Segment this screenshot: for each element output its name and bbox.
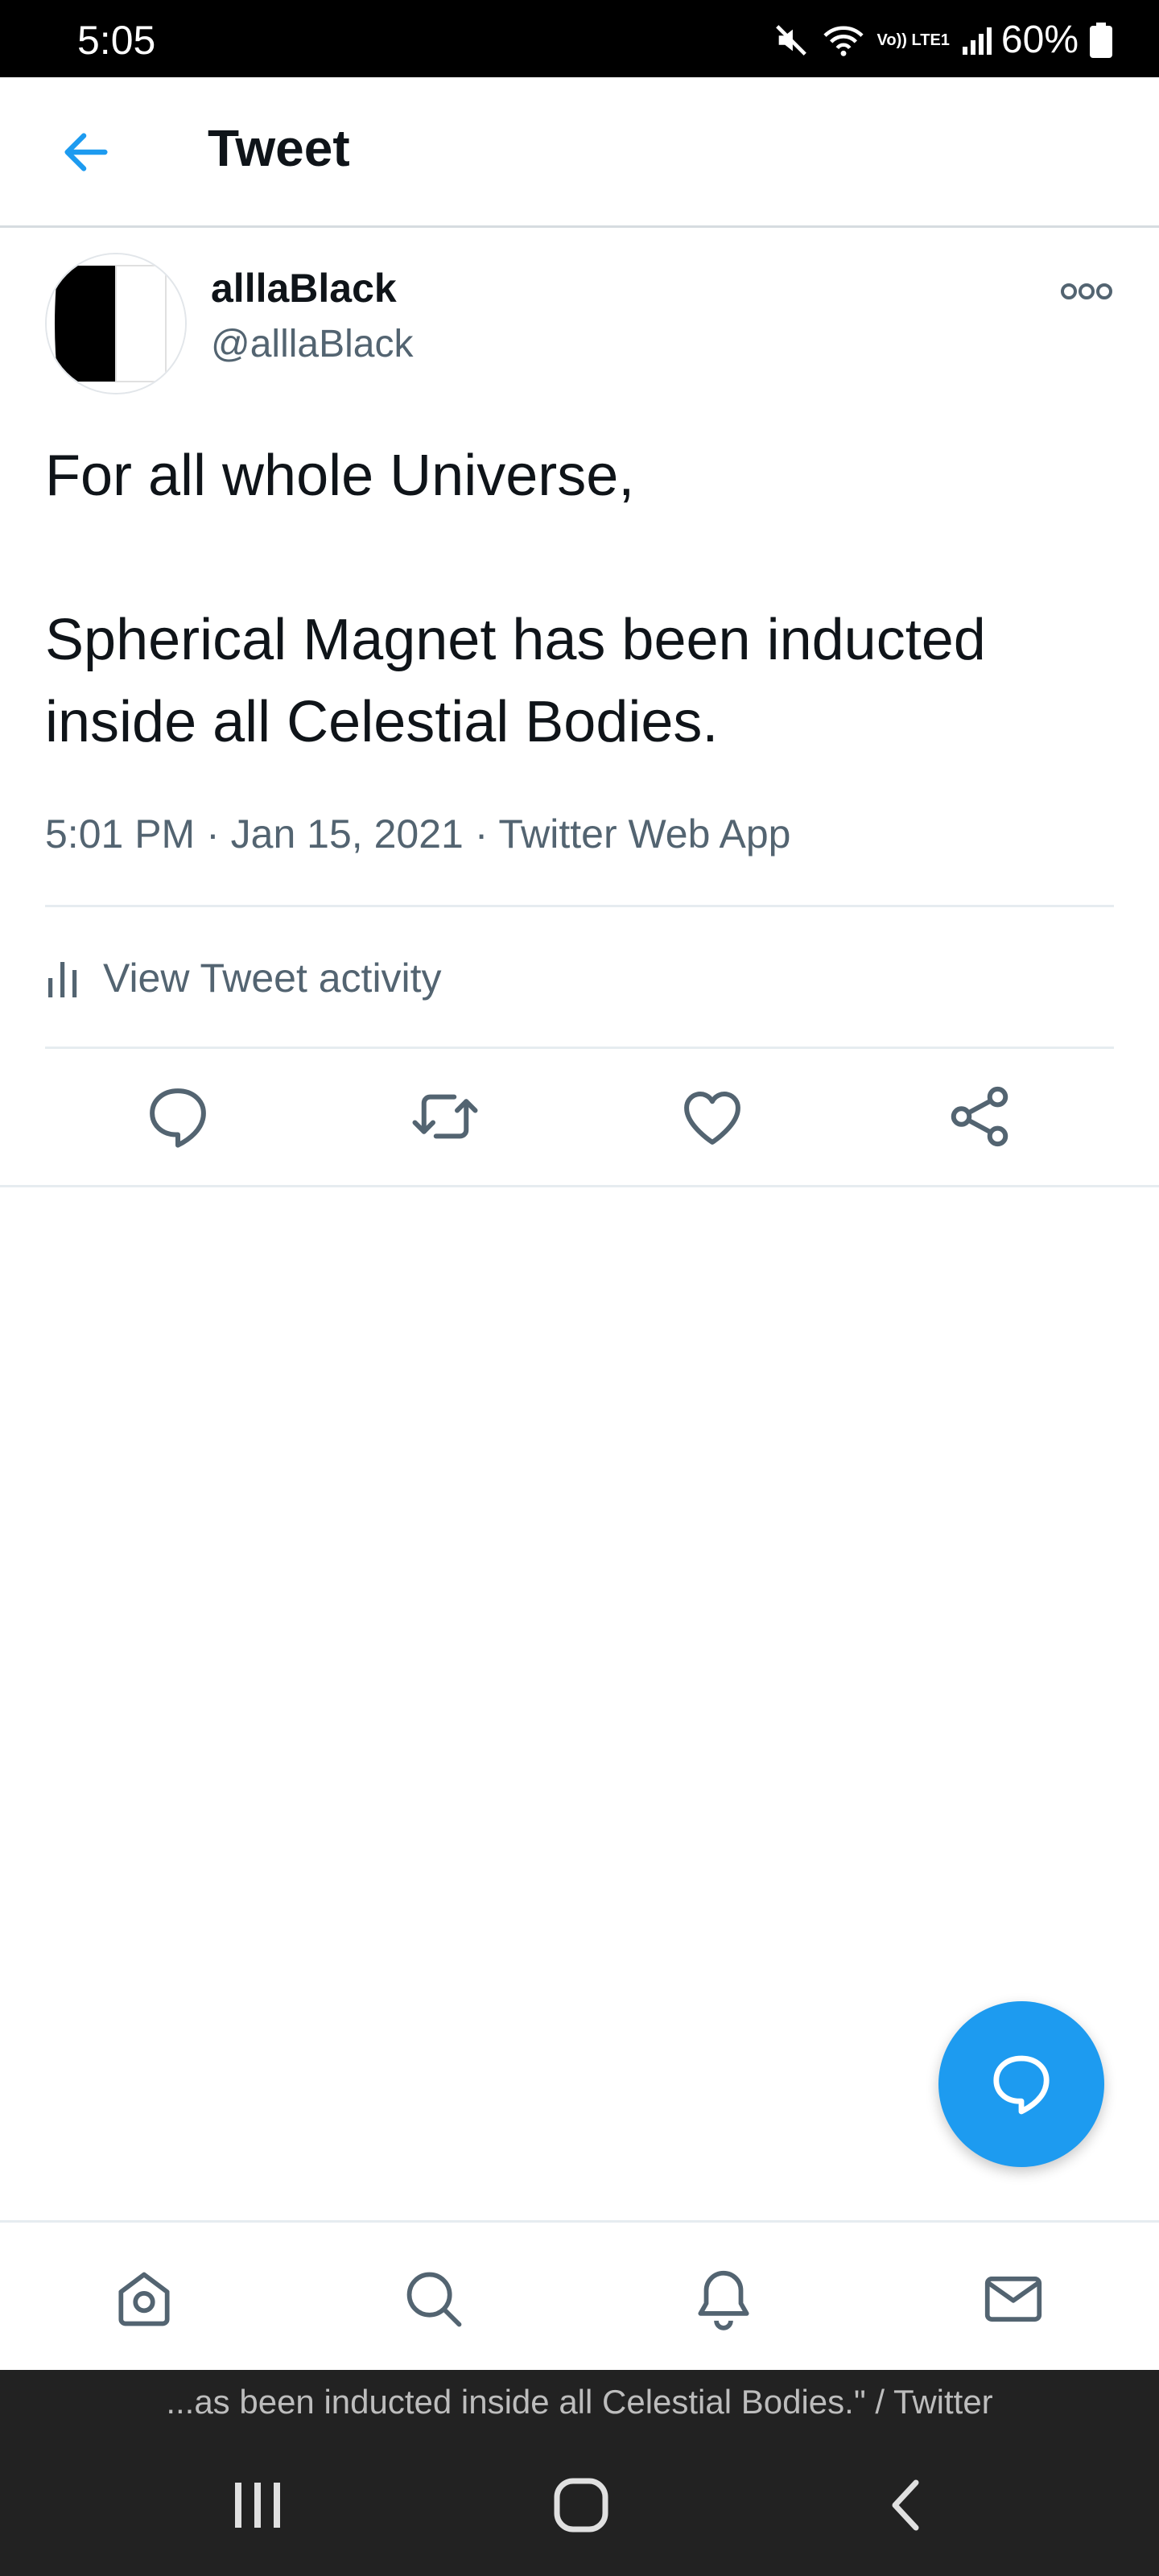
separator: · bbox=[474, 811, 499, 857]
separator: · bbox=[206, 811, 231, 857]
home-circle-icon bbox=[554, 2478, 608, 2533]
tab-notifications[interactable] bbox=[689, 2264, 758, 2334]
chevron-left-icon bbox=[892, 2479, 919, 2531]
analytics-icon bbox=[48, 962, 77, 997]
back-nav-button[interactable] bbox=[874, 2473, 938, 2537]
avatar-image bbox=[47, 254, 185, 393]
heart-icon bbox=[684, 1092, 740, 1145]
home-icon bbox=[118, 2272, 170, 2326]
share-button[interactable] bbox=[943, 1080, 1016, 1153]
page-title: Tweet bbox=[208, 119, 350, 177]
divider bbox=[0, 1185, 1159, 1187]
reply-icon bbox=[993, 2055, 1050, 2115]
tweet-meta: 5:01 PM · Jan 15, 2021 · Twitter Web App bbox=[45, 803, 791, 865]
network-label: Vo)) LTE1 bbox=[876, 31, 950, 49]
tweet-text: For all whole Universe, Spherical Magnet… bbox=[45, 435, 1116, 763]
tweet-text-line: For all whole Universe, bbox=[45, 444, 635, 508]
tweet-date[interactable]: Jan 15, 2021 bbox=[231, 811, 464, 857]
recent-apps-button[interactable] bbox=[225, 2473, 290, 2537]
status-icons: Vo)) LTE1 60% bbox=[761, 18, 1112, 63]
reply-icon bbox=[150, 1088, 206, 1148]
author-handle[interactable]: @alllaBlack bbox=[211, 320, 413, 369]
view-tweet-activity[interactable]: View Tweet activity bbox=[45, 934, 689, 1022]
status-time: 5:05 bbox=[77, 18, 156, 63]
author-name[interactable]: alllaBlack bbox=[211, 264, 397, 312]
mute-icon bbox=[773, 22, 810, 59]
share-icon bbox=[951, 1086, 1008, 1147]
tweet-time[interactable]: 5:01 PM bbox=[45, 811, 195, 857]
recent-apps-icon bbox=[235, 2483, 280, 2528]
more-options-button[interactable] bbox=[1059, 274, 1114, 309]
browser-title-hint: ...as been inducted inside all Celestial… bbox=[0, 2370, 1159, 2434]
signal-icon bbox=[961, 24, 993, 56]
status-bar: 5:05 Vo)) LTE1 60% bbox=[0, 0, 1159, 77]
bell-icon bbox=[698, 2270, 749, 2330]
wifi-icon bbox=[821, 22, 866, 59]
tweet-actions bbox=[0, 1048, 1159, 1185]
tweet-source[interactable]: Twitter Web App bbox=[498, 811, 790, 857]
mail-icon bbox=[984, 2277, 1042, 2322]
tab-messages[interactable] bbox=[979, 2264, 1048, 2334]
battery-percent: 60% bbox=[1000, 19, 1079, 61]
tweet-text-line: Spherical Magnet has been inducted insid… bbox=[45, 608, 986, 754]
search-icon bbox=[406, 2272, 462, 2327]
more-icon bbox=[1061, 283, 1112, 299]
bottom-tab-bar bbox=[0, 2220, 1159, 2372]
tab-search[interactable] bbox=[399, 2264, 468, 2334]
back-button[interactable] bbox=[58, 124, 114, 180]
avatar[interactable] bbox=[45, 253, 187, 394]
like-button[interactable] bbox=[676, 1080, 749, 1153]
retweet-button[interactable] bbox=[409, 1080, 481, 1153]
retweet-icon bbox=[412, 1094, 478, 1139]
app-header: Tweet bbox=[0, 77, 1159, 228]
home-button[interactable] bbox=[549, 2473, 613, 2537]
arrow-left-icon bbox=[64, 133, 108, 171]
activity-label: View Tweet activity bbox=[103, 956, 442, 1001]
divider bbox=[45, 905, 1114, 907]
reply-button[interactable] bbox=[142, 1080, 214, 1153]
system-nav-bar bbox=[0, 2434, 1159, 2576]
compose-reply-button[interactable] bbox=[938, 2001, 1104, 2167]
tab-home[interactable] bbox=[109, 2264, 179, 2334]
battery-icon bbox=[1090, 23, 1112, 58]
